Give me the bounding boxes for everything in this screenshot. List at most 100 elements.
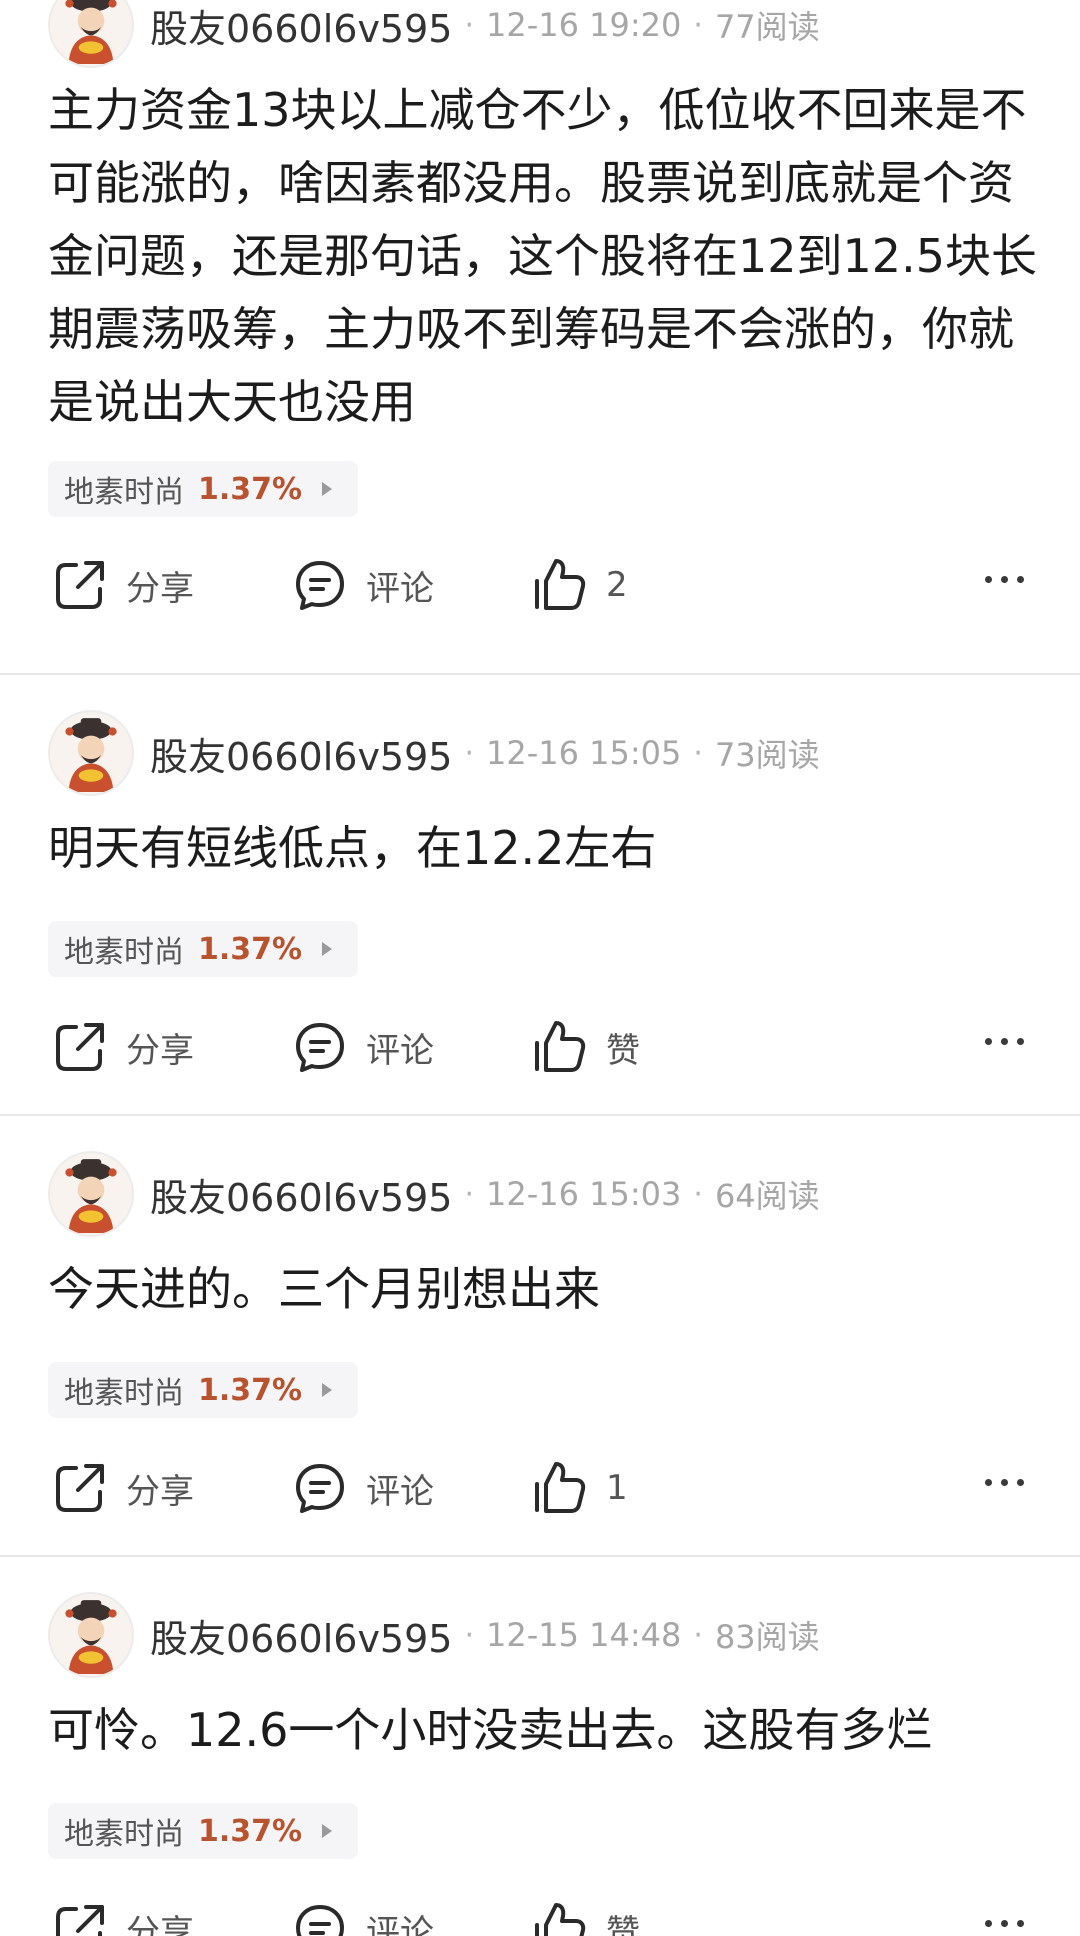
more-button[interactable] [985, 576, 1024, 583]
comment-button[interactable]: 评论 [292, 1453, 434, 1523]
stock-name: 地素时尚 [64, 935, 184, 970]
meta-separator: · [693, 7, 703, 43]
thumbs-up-icon [535, 1903, 586, 1936]
meta-separator: · [464, 735, 475, 771]
post-header: 股友0660l6v595 · 12-16 19:20 · 77阅读 [48, 0, 820, 70]
post-header: 股友0660l6v595 · 12-15 14:48 · 83阅读 [48, 1590, 820, 1680]
like-button[interactable]: 赞 [532, 1012, 640, 1082]
thumbs-up-icon [535, 1021, 586, 1072]
share-icon [56, 1464, 104, 1512]
action-bar: 分享 评论 2 [0, 550, 1080, 620]
stock-change: 1.37% [198, 931, 303, 967]
more-icon-dot [985, 576, 992, 583]
post-text[interactable]: 可怜。12.6一个小时没卖出去。这股有多烂 [48, 1694, 1038, 1767]
action-bar: 分享 评论 赞 [0, 1894, 1080, 1936]
thumbs-up-icon [535, 1462, 586, 1513]
username[interactable]: 股友0660l6v595 [150, 1167, 452, 1222]
meta-separator: · [464, 7, 475, 43]
post: 股友0660l6v595 · 12-15 14:48 · 83阅读 可怜。12.… [0, 1590, 1080, 1936]
comment-button[interactable]: 评论 [292, 1894, 434, 1936]
read-count: 64阅读 [714, 1177, 820, 1215]
meta-separator: · [464, 1617, 475, 1653]
share-button[interactable]: 分享 [52, 550, 194, 620]
post: 股友0660l6v595 · 12-16 15:03 · 64阅读 今天进的。三… [0, 1149, 1080, 1549]
like-button[interactable]: 赞 [532, 1894, 640, 1936]
action-bar: 分享 评论 1 [0, 1453, 1080, 1523]
more-icon-dot [985, 1920, 992, 1927]
stock-tag[interactable]: 地素时尚 1.37% [48, 1803, 359, 1859]
username[interactable]: 股友0660l6v595 [150, 726, 452, 781]
more-icon-dot [1001, 1479, 1008, 1486]
more-button[interactable] [985, 1920, 1024, 1927]
more-icon-dot [1001, 576, 1008, 583]
share-button[interactable]: 分享 [52, 1453, 194, 1523]
comment-icon [296, 1905, 344, 1936]
more-icon-dot [985, 1479, 992, 1486]
avatar[interactable] [48, 0, 134, 68]
divider [0, 1114, 1080, 1116]
read-count: 77阅读 [714, 8, 820, 46]
divider [0, 1555, 1080, 1557]
arrow-right-icon [322, 1824, 333, 1838]
stock-change: 1.37% [198, 1372, 303, 1408]
more-icon-dot [1017, 576, 1024, 583]
like-button[interactable]: 1 [532, 1453, 628, 1523]
share-button[interactable]: 分享 [52, 1012, 194, 1082]
meta-separator: · [464, 1176, 475, 1212]
stock-change: 1.37% [198, 1813, 303, 1849]
god-of-wealth-avatar-icon [65, 718, 117, 792]
stock-name: 地素时尚 [64, 1817, 184, 1852]
stock-name: 地素时尚 [64, 475, 184, 510]
avatar[interactable] [48, 1151, 134, 1237]
more-icon-dot [1017, 1038, 1024, 1045]
like-button[interactable]: 2 [532, 550, 628, 620]
post-text[interactable]: 今天进的。三个月别想出来 [48, 1253, 1038, 1326]
meta-separator: · [693, 1617, 703, 1653]
share-label: 分享 [126, 568, 194, 609]
comment-icon [296, 1464, 344, 1513]
avatar[interactable] [48, 1592, 134, 1678]
post-header: 股友0660l6v595 · 12-16 15:03 · 64阅读 [48, 1149, 820, 1239]
more-button[interactable] [985, 1038, 1024, 1045]
divider [0, 673, 1080, 675]
share-icon [56, 561, 104, 609]
username[interactable]: 股友0660l6v595 [150, 0, 452, 53]
post-time: 12-16 15:05 [486, 734, 682, 772]
comment-button[interactable]: 评论 [292, 550, 434, 620]
comment-label: 评论 [366, 568, 434, 609]
more-icon-dot [1001, 1038, 1008, 1045]
post-time: 12-16 15:03 [486, 1175, 682, 1213]
arrow-right-icon [322, 1383, 333, 1397]
stock-tag[interactable]: 地素时尚 1.37% [48, 921, 359, 977]
thumbs-up-icon [535, 559, 586, 610]
stock-tag[interactable]: 地素时尚 1.37% [48, 1362, 359, 1418]
post-text[interactable]: 主力资金13块以上减仓不少，低位收不回来是不可能涨的，啥因素都没用。股票说到底就… [48, 74, 1038, 439]
meta-separator: · [693, 735, 703, 771]
more-icon-dot [1001, 1920, 1008, 1927]
more-icon-dot [985, 1038, 992, 1045]
more-button[interactable] [985, 1479, 1024, 1486]
username[interactable]: 股友0660l6v595 [150, 1608, 452, 1663]
share-button[interactable]: 分享 [52, 1894, 194, 1936]
more-icon-dot [1017, 1479, 1024, 1486]
comment-button[interactable]: 评论 [292, 1012, 434, 1082]
share-label: 分享 [126, 1912, 194, 1936]
like-count: 2 [606, 565, 628, 605]
share-label: 分享 [126, 1471, 194, 1512]
post-header: 股友0660l6v595 · 12-16 15:05 · 73阅读 [48, 708, 820, 798]
post: 股友0660l6v595 · 12-16 19:20 · 77阅读 主力资金13… [0, 0, 1080, 670]
post-time: 12-15 14:48 [486, 1616, 682, 1654]
more-icon-dot [1017, 1920, 1024, 1927]
post-text[interactable]: 明天有短线低点，在12.2左右 [48, 812, 1038, 885]
comment-label: 评论 [366, 1912, 434, 1936]
stock-change: 1.37% [198, 471, 303, 507]
read-count: 73阅读 [714, 736, 820, 774]
stock-name: 地素时尚 [64, 1376, 184, 1411]
comment-icon [296, 1023, 344, 1072]
like-label: 赞 [606, 1030, 640, 1071]
avatar[interactable] [48, 710, 134, 796]
meta-separator: · [693, 1176, 703, 1212]
god-of-wealth-avatar-icon [65, 1159, 117, 1233]
stock-tag[interactable]: 地素时尚 1.37% [48, 461, 359, 517]
arrow-right-icon [322, 482, 333, 496]
